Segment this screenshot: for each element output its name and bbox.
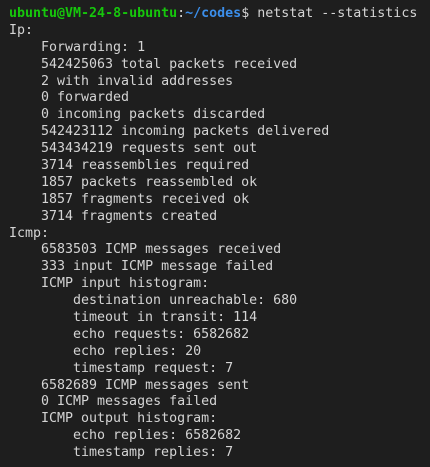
icmp-input-histogram-line: destination unreachable: 680 <box>73 293 298 309</box>
icmp-messages-failed: 0 ICMP messages failed <box>41 394 218 410</box>
prompt-symbol: $ <box>241 6 250 21</box>
ip-stat-line: 542423112 incoming packets delivered <box>41 124 330 140</box>
icmp-section-header: Icmp: <box>9 225 50 241</box>
icmp-messages-sent: 6582689 ICMP messages sent <box>41 377 250 393</box>
icmp-input-histogram-line: timeout in transit: 114 <box>73 310 258 326</box>
ip-stat-line: 2 with invalid addresses <box>41 73 234 89</box>
icmp-input-histogram-line: echo requests: 6582682 <box>73 326 250 342</box>
icmp-input-histogram-title: ICMP input histogram: <box>41 276 210 292</box>
terminal-window[interactable]: ubuntu@VM-24-8-ubuntu:~/codes$ netstat -… <box>0 0 430 467</box>
icmp-output-histogram-title: ICMP output histogram: <box>41 411 218 427</box>
icmp-messages-received: 6583503 ICMP messages received <box>41 242 282 258</box>
ip-stat-line: 0 incoming packets discarded <box>41 107 266 123</box>
icmp-input-histogram-line: echo replies: 20 <box>73 343 202 359</box>
icmp-input-failed: 333 input ICMP message failed <box>41 259 274 275</box>
command-text: netstat --statistics <box>257 6 418 21</box>
ip-stat-line: 1857 fragments received ok <box>41 191 250 207</box>
prompt-line: ubuntu@VM-24-8-ubuntu:~/codes$ netstat -… <box>9 6 430 23</box>
ip-section-header: Ip: <box>9 22 34 38</box>
icmp-output-histogram-line: echo replies: 6582682 <box>73 428 242 444</box>
prompt-path: ~/codes <box>185 6 242 21</box>
ip-stat-line: 3714 reassemblies required <box>41 158 250 174</box>
ip-stat-line: 543434219 requests sent out <box>41 141 258 157</box>
ip-stat-line: Forwarding: 1 <box>41 39 146 55</box>
ip-stat-line: 1857 packets reassembled ok <box>41 174 258 190</box>
ip-stat-line: 3714 fragments created <box>41 208 218 224</box>
prompt-separator: : <box>177 6 186 21</box>
icmp-output-histogram-line: timestamp replies: 7 <box>73 445 234 461</box>
icmp-input-histogram-line: timestamp request: 7 <box>73 360 234 376</box>
ip-stat-line: 0 forwarded <box>41 90 130 106</box>
prompt-user-host: ubuntu@VM-24-8-ubuntu <box>9 6 178 21</box>
ip-stat-line: 542425063 total packets received <box>41 56 298 72</box>
